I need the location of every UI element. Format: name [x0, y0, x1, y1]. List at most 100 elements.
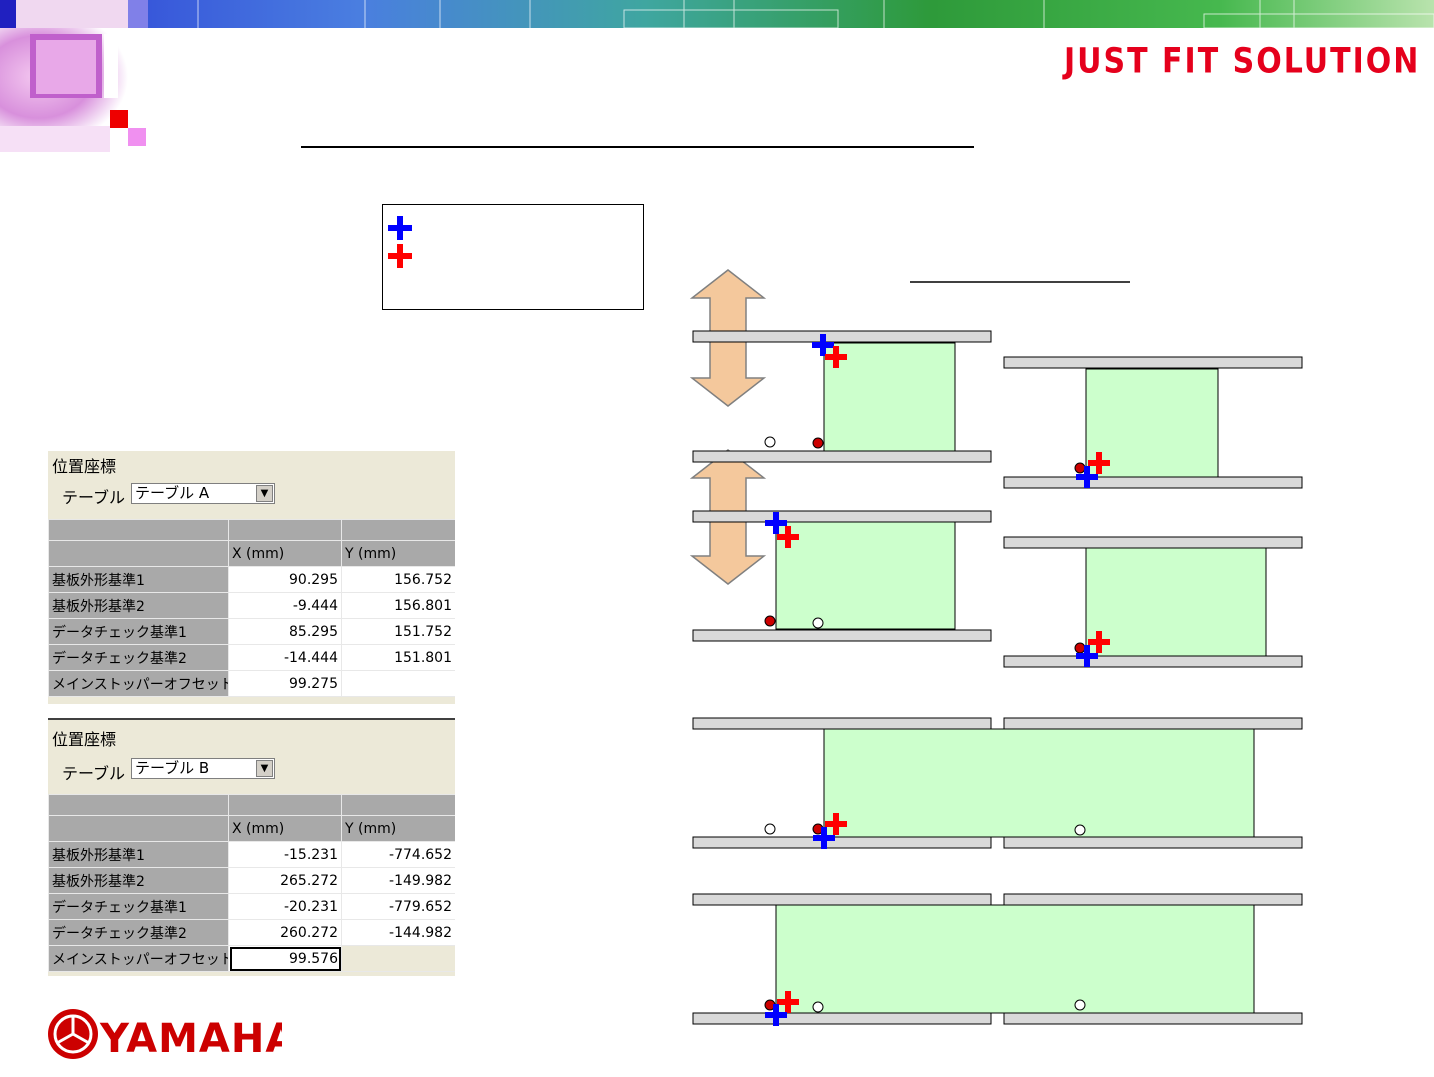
- row-label: データチェック基準1: [48, 893, 229, 920]
- conveyor-rail: [1003, 476, 1303, 489]
- x-cell[interactable]: -9.444: [228, 592, 342, 619]
- board-position-diagram: [689, 269, 1303, 1026]
- column-header: [48, 540, 229, 567]
- column-header-x: X (mm): [228, 815, 342, 842]
- y-cell[interactable]: -774.652: [341, 841, 455, 868]
- conveyor-rail: [1003, 356, 1303, 369]
- table-select-value: テーブル B: [135, 759, 210, 777]
- table-row: データチェック基準1 -20.231 -779.652: [48, 893, 455, 920]
- reference-dot-filled: [1074, 642, 1086, 654]
- conveyor-rail: [692, 836, 992, 849]
- y-cell[interactable]: -779.652: [341, 893, 455, 920]
- pcb-board: [823, 728, 1255, 838]
- header-banner: [0, 0, 1434, 28]
- table-spacer-row: [48, 794, 455, 816]
- table-select[interactable]: テーブル A ▼: [131, 483, 275, 504]
- conveyor-rail: [692, 1012, 992, 1025]
- row-label: メインストッパーオフセット: [48, 945, 229, 972]
- legend-box: [382, 204, 644, 310]
- table-header-row: X (mm) Y (mm): [48, 540, 455, 567]
- reference-dot-filled: [812, 437, 824, 449]
- table-row: メインストッパーオフセット 99.275: [48, 670, 455, 697]
- x-cell[interactable]: -20.231: [228, 893, 342, 920]
- conveyor-rail: [1003, 836, 1303, 849]
- row-label: データチェック基準1: [48, 618, 229, 645]
- conveyor-rail: [692, 893, 992, 906]
- row-label: メインストッパーオフセット: [48, 670, 229, 697]
- pcb-board: [775, 904, 1255, 1014]
- coordinate-table: X (mm) Y (mm) 基板外形基準1 -15.231 -774.652 基…: [48, 794, 455, 972]
- position-panel-b: 位置座標 テーブル テーブル B ▼ X (mm) Y (mm) 基板外形基準1…: [48, 718, 455, 976]
- row-label: データチェック基準2: [48, 919, 229, 946]
- table-label: テーブル: [62, 764, 126, 783]
- reference-dot-empty: [764, 823, 776, 835]
- y-cell[interactable]: [341, 945, 455, 972]
- table-select-value: テーブル A: [135, 484, 210, 502]
- row-label: 基板外形基準1: [48, 566, 229, 593]
- corner-decoration: [0, 28, 146, 152]
- legend-item-blue: [387, 215, 421, 241]
- x-cell[interactable]: 265.272: [228, 867, 342, 894]
- table-label: テーブル: [62, 488, 126, 507]
- table-header-row: X (mm) Y (mm): [48, 815, 455, 842]
- coordinate-table: X (mm) Y (mm) 基板外形基準1 90.295 156.752 基板外…: [48, 519, 455, 697]
- column-header-y: Y (mm): [341, 815, 455, 842]
- conveyor-rail: [692, 450, 992, 463]
- x-cell-selected[interactable]: 99.576: [228, 945, 342, 972]
- table-select[interactable]: テーブル B ▼: [131, 758, 275, 779]
- position-panel-a: 位置座標 テーブル テーブル A ▼ X (mm) Y (mm) 基板外形基準1…: [48, 451, 455, 704]
- x-cell[interactable]: 99.275: [228, 670, 342, 697]
- row-label: 基板外形基準2: [48, 867, 229, 894]
- y-cell[interactable]: -144.982: [341, 919, 455, 946]
- y-cell[interactable]: 151.801: [341, 644, 455, 671]
- table-row: 基板外形基準2 -9.444 156.801: [48, 592, 455, 619]
- conveyor-rail: [1003, 655, 1303, 668]
- yamaha-wordmark: YAMAHA: [99, 1016, 282, 1062]
- conveyor-rail: [692, 717, 992, 730]
- table-row: 基板外形基準1 -15.231 -774.652: [48, 841, 455, 868]
- chevron-down-icon[interactable]: ▼: [256, 760, 273, 777]
- y-cell[interactable]: 156.801: [341, 592, 455, 619]
- column-header-y: Y (mm): [341, 540, 455, 567]
- table-row: データチェック基準1 85.295 151.752: [48, 618, 455, 645]
- row-label: 基板外形基準1: [48, 841, 229, 868]
- conveyor-rail: [692, 330, 992, 343]
- table-spacer-row: [48, 519, 455, 541]
- x-cell[interactable]: 260.272: [228, 919, 342, 946]
- reference-dot-filled: [764, 615, 776, 627]
- table-row: データチェック基準2 -14.444 151.801: [48, 644, 455, 671]
- x-cell[interactable]: 90.295: [228, 566, 342, 593]
- conveyor-rail: [1003, 1012, 1303, 1025]
- brand-slogan: JUST FIT SOLUTION: [1064, 41, 1421, 82]
- x-cell[interactable]: -15.231: [228, 841, 342, 868]
- conveyor-rail: [1003, 893, 1303, 906]
- y-cell[interactable]: -149.982: [341, 867, 455, 894]
- reference-dot-empty: [1074, 824, 1086, 836]
- panel-title: 位置座標: [52, 730, 117, 749]
- chevron-down-icon[interactable]: ▼: [256, 485, 273, 502]
- table-row: 基板外形基準2 265.272 -149.982: [48, 867, 455, 894]
- x-cell[interactable]: -14.444: [228, 644, 342, 671]
- title-underline: [301, 146, 974, 148]
- row-label: 基板外形基準2: [48, 592, 229, 619]
- column-header: [48, 815, 229, 842]
- conveyor-rail: [1003, 717, 1303, 730]
- panel-title: 位置座標: [52, 457, 117, 476]
- reference-dot-empty: [764, 436, 776, 448]
- x-cell[interactable]: 85.295: [228, 618, 342, 645]
- y-cell[interactable]: 156.752: [341, 566, 455, 593]
- reference-dot-empty: [1074, 999, 1086, 1011]
- reference-dot-empty: [812, 617, 824, 629]
- table-row: メインストッパーオフセット 99.576: [48, 945, 455, 972]
- pcb-board: [1085, 547, 1267, 657]
- conveyor-rail: [1003, 536, 1303, 549]
- blue-cross-icon: [388, 216, 412, 240]
- pcb-board: [775, 521, 956, 630]
- y-cell[interactable]: [341, 670, 455, 697]
- table-row: データチェック基準2 260.272 -144.982: [48, 919, 455, 946]
- reference-dot-empty: [812, 1001, 824, 1013]
- yamaha-logo: YAMAHA: [48, 1009, 282, 1062]
- y-cell[interactable]: 151.752: [341, 618, 455, 645]
- conveyor-rail: [692, 629, 992, 642]
- reference-dot-filled: [1074, 462, 1086, 474]
